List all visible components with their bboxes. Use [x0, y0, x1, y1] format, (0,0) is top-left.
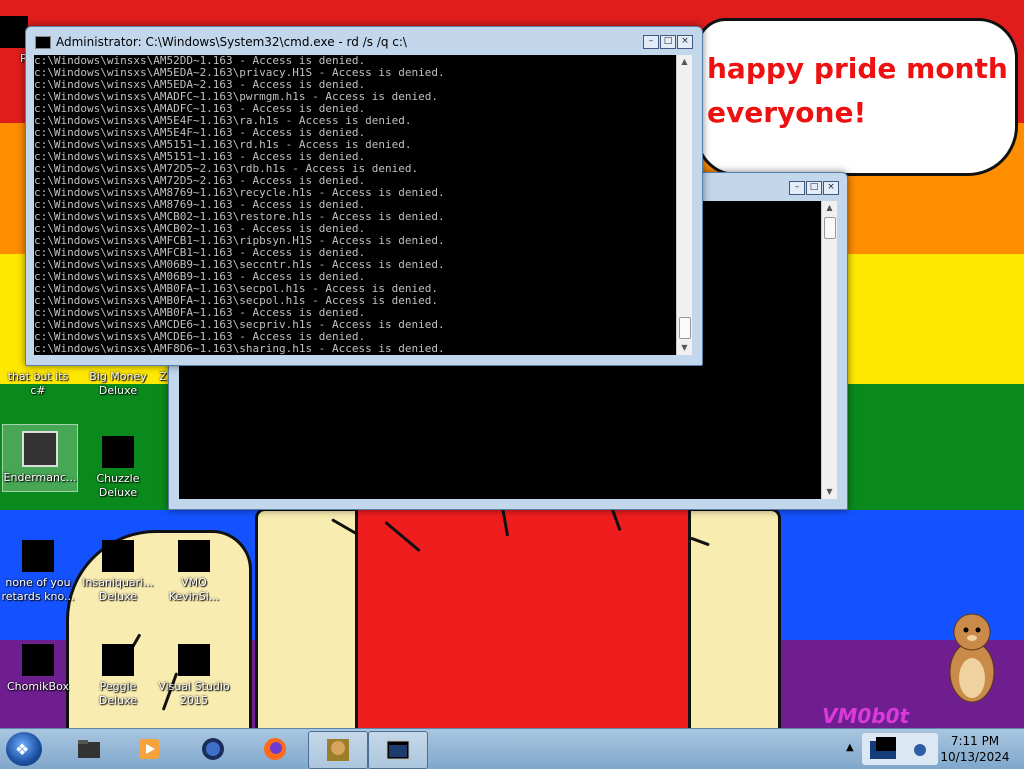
scroll-thumb[interactable] — [824, 217, 836, 239]
desktop-icon-insaniquarium-deluxe[interactable]: Insaniquari... Deluxe — [80, 540, 156, 604]
console-output[interactable]: c:\Windows\winsxs\AM52DD~1.163 - Access … — [34, 55, 676, 355]
console-text: c:\Windows\winsxs\AM52DD~1.163 - Access … — [34, 55, 676, 355]
watermark-logo: VM0b0t — [822, 704, 910, 728]
taskbar-item-internet-globe[interactable] — [184, 731, 242, 767]
desktop[interactable]: happy pride month everyone! VM0b0t Rec t… — [0, 0, 1024, 728]
console-line: c:\Windows\winsxs\AMF8D6~1.163\sharing.h… — [34, 342, 445, 355]
scroll-down-arrow-icon[interactable]: ▼ — [822, 485, 837, 499]
icon-label: Peggle Deluxe — [98, 680, 138, 707]
firefox-icon — [264, 738, 286, 760]
icon-label: VMO KevinSi... — [168, 576, 220, 603]
windows-logo-icon: ❖ — [15, 740, 30, 759]
desktop-icon-chuzzle-deluxe[interactable]: Chuzzle Deluxe — [80, 436, 156, 500]
clock-date: 10/13/2024 — [940, 750, 1010, 764]
hamster-image — [949, 613, 995, 703]
icon-label: none of you retards kno... — [1, 576, 75, 603]
clock-time: 7:11 PM — [950, 734, 1000, 748]
cursor-icon — [22, 431, 58, 467]
taskbar-item-windows-explorer[interactable] — [60, 731, 118, 767]
show-hidden-icons-arrow-icon[interactable]: ▲ — [846, 742, 854, 753]
scroll-up-arrow-icon[interactable]: ▲ — [677, 55, 692, 69]
taskbar-item-cmd[interactable] — [368, 731, 428, 769]
desktop-icon-endermanch[interactable]: Endermanc... — [2, 424, 78, 492]
maximize-button[interactable]: □ — [660, 35, 676, 49]
icon-label: Visual Studio 2015 — [158, 680, 230, 707]
cmd-icon — [386, 740, 410, 760]
media-player-icon — [139, 739, 159, 759]
desktop-icon-none-of-you[interactable]: none of you retards kno... — [0, 540, 76, 604]
minimize-button[interactable]: – — [789, 181, 805, 195]
speech-bubble-text: happy pride month everyone! — [707, 47, 1008, 135]
recycle-bin-icon — [0, 16, 28, 48]
folder-icon — [78, 740, 100, 758]
scroll-thumb[interactable] — [679, 317, 691, 339]
app-icon — [22, 540, 54, 572]
icon-label: that but its c# — [7, 370, 69, 397]
taskbar-item-firefox[interactable] — [246, 731, 304, 767]
system-tray[interactable] — [862, 733, 938, 765]
close-button[interactable]: × — [823, 181, 839, 195]
icon-label: Insaniquari... Deluxe — [82, 576, 154, 603]
taskbar-clock[interactable]: 7:11 PM 10/13/2024 — [940, 733, 1010, 765]
vertical-scrollbar[interactable]: ▲ ▼ — [821, 201, 837, 499]
icon-label: Chuzzle Deluxe — [96, 472, 140, 499]
bubble-line-1: happy pride month — [707, 52, 1008, 85]
chuzzle-icon — [102, 436, 134, 468]
chomikbox-icon — [327, 739, 349, 761]
window-titlebar[interactable]: Administrator: C:\Windows\System32\cmd.e… — [26, 27, 702, 55]
bubble-line-2: everyone! — [707, 96, 867, 129]
icon-label: Big Money Deluxe — [89, 370, 147, 397]
icon-label: Endermanc... — [3, 471, 77, 484]
vertical-scrollbar[interactable]: ▲ ▼ — [676, 55, 692, 355]
cmd-icon — [35, 36, 51, 49]
insaniquarium-icon — [102, 540, 134, 572]
icon-label: ChomikBox — [7, 680, 69, 693]
globe-icon — [202, 738, 224, 760]
desktop-icon-visual-studio-2015[interactable]: Visual Studio 2015 — [156, 644, 232, 708]
speech-bubble: happy pride month everyone! — [696, 18, 1018, 176]
desktop-icon-peggle-deluxe[interactable]: Peggle Deluxe — [80, 644, 156, 708]
peggle-icon — [102, 644, 134, 676]
close-button[interactable]: × — [677, 35, 693, 49]
desktop-icon-chomikbox[interactable]: ChomikBox — [0, 644, 76, 694]
network-icon — [870, 737, 926, 759]
start-button[interactable]: ❖ — [6, 732, 42, 766]
video-file-icon — [178, 540, 210, 572]
scroll-down-arrow-icon[interactable]: ▼ — [677, 341, 692, 355]
minimize-button[interactable]: – — [643, 35, 659, 49]
window-title: Administrator: C:\Windows\System32\cmd.e… — [56, 35, 407, 49]
visual-studio-icon — [178, 644, 210, 676]
taskbar-item-chomikbox[interactable] — [308, 731, 368, 769]
cmd-window[interactable]: Administrator: C:\Windows\System32\cmd.e… — [25, 26, 703, 366]
desktop-icon-vmo-kevinsi[interactable]: VMO KevinSi... — [156, 540, 232, 604]
chomikbox-icon — [22, 644, 54, 676]
maximize-button[interactable]: □ — [806, 181, 822, 195]
taskbar: ❖ ▲ 7:11 PM 10/13/2024 — [0, 728, 1024, 769]
taskbar-item-media-player[interactable] — [120, 731, 178, 767]
scroll-up-arrow-icon[interactable]: ▲ — [822, 201, 837, 215]
